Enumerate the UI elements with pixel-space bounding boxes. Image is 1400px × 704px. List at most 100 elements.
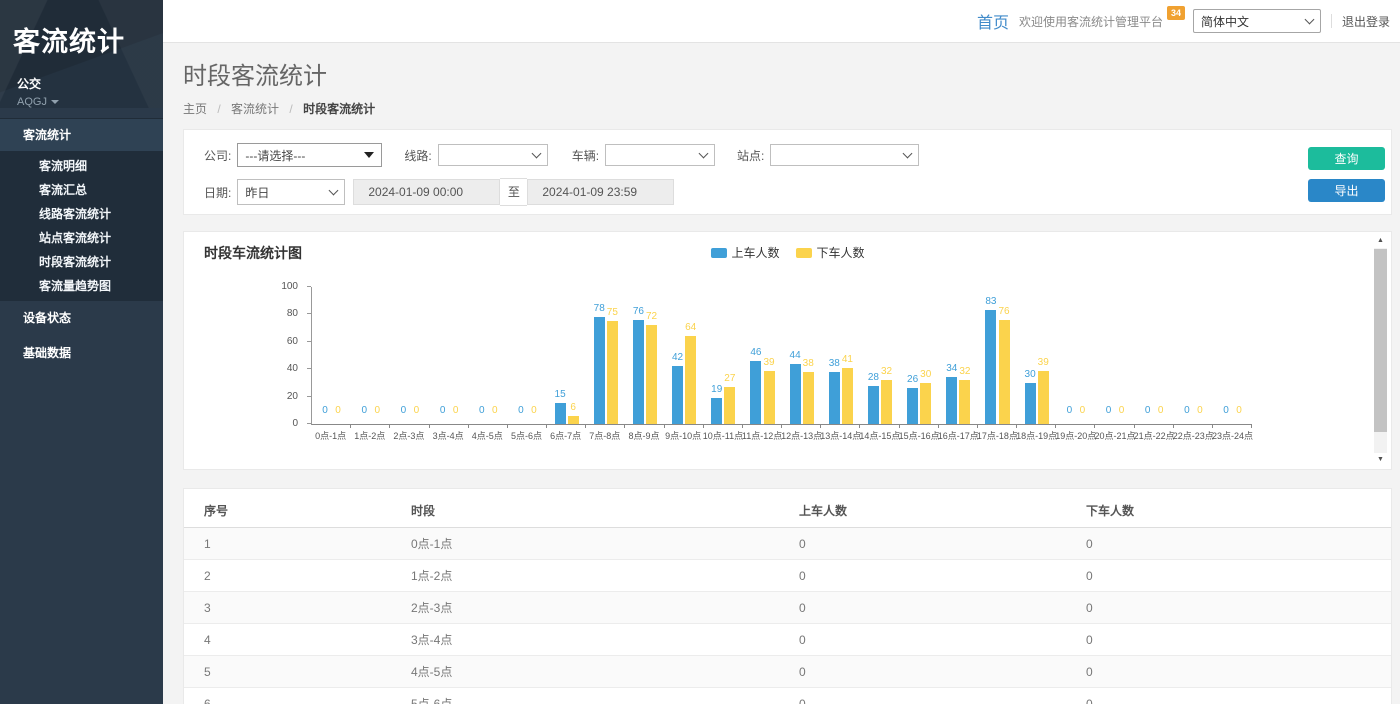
chart-value-label: 34 (946, 364, 957, 374)
chart-category: 00 (1095, 287, 1134, 424)
x-axis-label: 7点-8点 (585, 429, 624, 442)
bar-group: 0 (320, 406, 331, 424)
chart-category: 3039 (1017, 287, 1056, 424)
table-header-row: 序号 时段 上车人数 下车人数 (184, 494, 1391, 528)
language-select[interactable]: 简体中文 (1193, 9, 1321, 33)
bar-group: 0 (489, 406, 500, 424)
bar-group: 42 (672, 353, 683, 424)
chart-scrollbar: ▲ ▼ (1373, 235, 1388, 466)
table-cell: 0 (799, 560, 1086, 592)
sidebar-subitem[interactable]: 站点客流统计 (0, 226, 163, 250)
legend-item[interactable]: 上车人数 (710, 244, 779, 261)
x-axis-label: 21点-22点 (1134, 429, 1173, 442)
chart-bar (803, 372, 814, 424)
scroll-up-arrow-icon[interactable]: ▲ (1373, 235, 1388, 247)
scroll-down-arrow-icon[interactable]: ▼ (1373, 454, 1388, 466)
x-axis-label: 10点-11点 (703, 429, 742, 442)
table-cell: 0 (1086, 592, 1391, 624)
bar-group: 26 (907, 375, 918, 424)
chart-value-label: 0 (1158, 406, 1164, 416)
breadcrumb-separator: / (282, 102, 299, 116)
legend-item[interactable]: 下车人数 (796, 244, 865, 261)
y-axis-label: 60 (287, 337, 298, 347)
sidebar-subitem[interactable]: 客流量趋势图 (0, 274, 163, 298)
sidebar-subitem[interactable]: 线路客流统计 (0, 202, 163, 226)
header-boarding: 上车人数 (799, 494, 1086, 528)
chart-value-label: 38 (829, 359, 840, 369)
sidebar-subitem[interactable]: 时段客流统计 (0, 250, 163, 274)
chart-value-label: 28 (868, 373, 879, 383)
table-cell: 4 (184, 624, 411, 656)
account-dropdown[interactable]: AQGJ (0, 92, 163, 108)
chevron-down-icon (531, 149, 541, 159)
chart-bar (750, 361, 761, 424)
breadcrumb-passenger-stats[interactable]: 客流统计 (231, 102, 279, 116)
chart-title: 时段车流统计图 (204, 243, 302, 263)
x-axis-label: 4点-5点 (468, 429, 507, 442)
chart-bar (555, 403, 566, 424)
table-cell: 2点-3点 (411, 592, 799, 624)
x-axis-label: 12点-13点 (781, 429, 820, 442)
sidebar-subitem[interactable]: 客流明细 (0, 154, 163, 178)
table-cell: 5点-6点 (411, 688, 799, 704)
export-button[interactable]: 导出 (1308, 179, 1385, 202)
date-from-input[interactable] (353, 179, 500, 205)
home-link[interactable]: 首页 (977, 9, 1009, 33)
y-axis-tick (307, 368, 311, 369)
line-select[interactable] (438, 144, 548, 166)
bar-group: 76 (999, 307, 1010, 424)
x-axis-label: 3点-4点 (429, 429, 468, 442)
table-cell: 0 (1086, 624, 1391, 656)
bar-group: 30 (920, 370, 931, 424)
legend-label: 下车人数 (817, 244, 865, 261)
sidebar-item[interactable]: 设备状态 (0, 301, 163, 336)
x-axis-label: 23点-24点 (1212, 429, 1251, 442)
chart-category: 3432 (939, 287, 978, 424)
chart-category: 00 (390, 287, 429, 424)
x-axis-label: 9点-10点 (664, 429, 703, 442)
x-axis-label: 22点-23点 (1173, 429, 1212, 442)
chart-value-label: 41 (842, 355, 853, 365)
chart-value-label: 46 (750, 348, 761, 358)
chart-value-label: 0 (335, 406, 341, 416)
company-select[interactable]: ---请选择--- (237, 143, 382, 167)
chart-bar (764, 371, 775, 424)
vehicle-select[interactable] (605, 144, 715, 166)
breadcrumb-home[interactable]: 主页 (183, 102, 207, 116)
sidebar-subitem[interactable]: 客流汇总 (0, 178, 163, 202)
table-row: 32点-3点00 (184, 592, 1391, 624)
y-axis-label: 80 (287, 309, 298, 319)
bar-group: 38 (803, 359, 814, 424)
x-axis-label: 0点-1点 (311, 429, 350, 442)
y-axis-label: 20 (287, 392, 298, 402)
chart-value-label: 32 (881, 367, 892, 377)
x-axis-label: 11点-12点 (742, 429, 781, 442)
bar-group: 0 (1194, 406, 1205, 424)
x-axis-label: 19点-20点 (1055, 429, 1094, 442)
bar-group: 78 (594, 304, 605, 424)
chart-bar (607, 321, 618, 424)
date-to-input[interactable] (527, 179, 674, 205)
chart-value-label: 83 (985, 297, 996, 307)
sidebar-section-passenger-stats[interactable]: 客流统计 (0, 118, 163, 151)
station-select[interactable] (770, 144, 919, 166)
search-button[interactable]: 查询 (1308, 147, 1385, 170)
chart-category: 00 (1056, 287, 1095, 424)
chart-bar (672, 366, 683, 424)
chart-value-label: 0 (1067, 406, 1073, 416)
chart-category: 7875 (586, 287, 625, 424)
chart-value-label: 0 (453, 406, 459, 416)
scrollbar-thumb[interactable] (1374, 249, 1387, 432)
filter-buttons: 查询 导出 (1308, 147, 1385, 202)
sidebar-item[interactable]: 基础数据 (0, 336, 163, 371)
notification-badge: 34 (1167, 6, 1185, 20)
logout-link[interactable]: 退出登录 (1342, 13, 1390, 30)
scrollbar-track[interactable] (1374, 248, 1387, 453)
bar-group: 0 (1077, 406, 1088, 424)
date-preset-value: 昨日 (245, 184, 269, 201)
chart-value-label: 0 (414, 406, 420, 416)
x-axis-label: 5点-6点 (507, 429, 546, 442)
date-preset-select[interactable]: 昨日 (237, 179, 345, 205)
table-row: 65点-6点00 (184, 688, 1391, 704)
chart-value-label: 0 (1080, 406, 1086, 416)
